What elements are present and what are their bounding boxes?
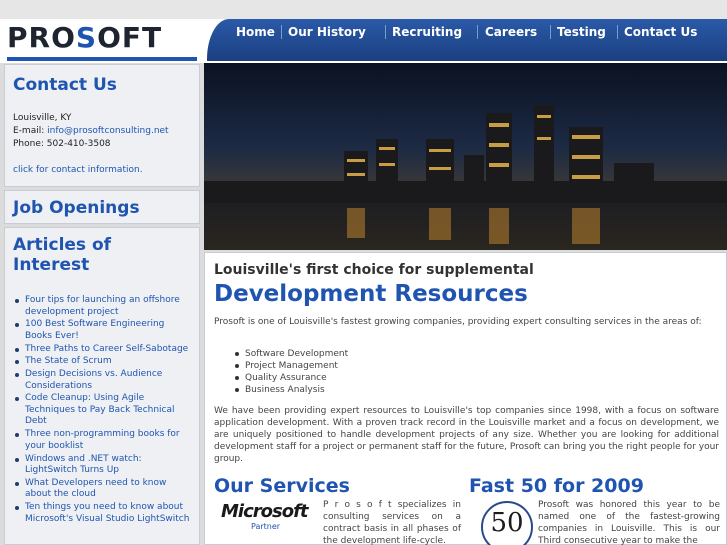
service-item: Quality Assurance (235, 372, 348, 384)
fast-50-heading: Fast 50 for 2009 (469, 475, 644, 497)
articles-list: Four tips for launching an offshore deve… (13, 295, 191, 525)
contact-box: Contact Us Louisville, KY E-mail: info@p… (4, 64, 200, 187)
main-nav: Home Our History Recruiting Careers Test… (207, 19, 727, 61)
nav-divider (477, 25, 478, 39)
logo-text-post: OFT (97, 21, 163, 54)
prosoft-logo[interactable]: PROSOFT (7, 22, 197, 54)
services-text: P r o s o f t specializes in consulting … (323, 500, 461, 545)
service-item: Project Management (235, 360, 348, 372)
fast-50-text: Prosoft was honored this year to be name… (538, 500, 720, 545)
ms-partner-label: Partner (251, 522, 281, 531)
nav-testing[interactable]: Testing (557, 25, 606, 39)
articles-box: Articles of Interest Four tips for launc… (4, 227, 200, 545)
nav-divider (550, 25, 551, 39)
nav-divider (385, 25, 386, 39)
page-title: Development Resources (214, 281, 528, 307)
article-link[interactable]: What Developers need to know about the c… (13, 478, 191, 501)
article-link[interactable]: Three Paths to Career Self-Sabotage (13, 344, 191, 356)
nav-contact-us[interactable]: Contact Us (624, 25, 697, 39)
job-openings-title[interactable]: Job Openings (13, 198, 191, 218)
nav-recruiting[interactable]: Recruiting (392, 25, 462, 39)
main-content: Louisville's first choice for supplement… (204, 252, 727, 545)
contact-title: Contact Us (13, 75, 117, 95)
email-link[interactable]: info@prosoftconsulting.net (47, 126, 168, 136)
intro-text: Prosoft is one of Louisville's fastest g… (214, 317, 702, 327)
nav-divider (617, 25, 618, 39)
sidebar: Contact Us Louisville, KY E-mail: info@p… (4, 63, 200, 545)
skyline-illustration (204, 63, 727, 250)
article-link[interactable]: Design Decisions vs. Audience Considerat… (13, 369, 191, 392)
contact-phone: Phone: 502-410-3508 (13, 139, 111, 149)
hero-skyline-image (204, 63, 727, 250)
microsoft-partner-logo: Microsoft Partner (221, 501, 317, 537)
contact-email-line: E-mail: info@prosoftconsulting.net (13, 125, 191, 138)
nav-home[interactable]: Home (236, 25, 275, 39)
seal-number: 50 (490, 508, 524, 538)
fast-50-seal-icon: 50 (481, 501, 533, 545)
ms-wordmark: Microsoft (221, 501, 309, 522)
article-link[interactable]: Windows and .NET watch: LightSwitch Turn… (13, 454, 191, 477)
article-link[interactable]: Ten things you need to know about Micros… (13, 502, 191, 525)
contact-info-link[interactable]: click for contact information. (13, 165, 143, 175)
our-services-heading: Our Services (214, 475, 350, 497)
logo-text-pre: PRO (7, 21, 76, 54)
nav-careers[interactable]: Careers (485, 25, 537, 39)
service-item: Software Development (235, 348, 348, 360)
top-strip (0, 0, 727, 19)
services-list: Software Development Project Management … (235, 348, 348, 396)
logo-text-o: S (75, 21, 98, 54)
article-link[interactable]: The State of Scrum (13, 356, 191, 368)
nav-divider (281, 25, 282, 39)
articles-title: Articles of Interest (13, 235, 112, 275)
article-link[interactable]: 100 Best Software Engineering Books Ever… (13, 319, 191, 342)
article-link[interactable]: Code Cleanup: Using Agile Techniques to … (13, 393, 191, 428)
logo-underline (7, 57, 197, 61)
article-link[interactable]: Three non-programming books for your boo… (13, 429, 191, 452)
job-openings-box[interactable]: Job Openings (4, 190, 200, 224)
nav-our-history[interactable]: Our History (288, 25, 366, 39)
history-paragraph: We have been providing expert resources … (214, 406, 719, 464)
contact-city: Louisville, KY (13, 113, 72, 123)
email-label: E-mail: (13, 126, 45, 136)
article-link[interactable]: Four tips for launching an offshore deve… (13, 295, 191, 318)
service-item: Business Analysis (235, 384, 348, 396)
page-subtitle: Louisville's first choice for supplement… (214, 262, 534, 278)
